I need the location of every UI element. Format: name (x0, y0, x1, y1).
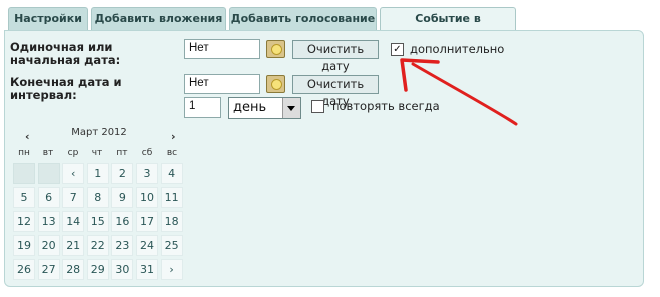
weekday-mon: пн (18, 148, 30, 158)
end-clear-date-button[interactable]: Очистить дату (292, 75, 379, 108)
calendar-day-cell[interactable]: 18 (160, 211, 183, 232)
calendar-day-cell[interactable]: 31 (136, 259, 158, 280)
weekday-thu: чт (91, 148, 103, 158)
end-date-calendar-icon[interactable] (266, 75, 285, 93)
calendar-day-cell[interactable]: 12 (13, 211, 35, 232)
calendar-day-cell[interactable]: 22 (86, 235, 109, 256)
calendar-day-cell[interactable]: 14 (62, 211, 85, 232)
calendar-day-cell[interactable]: 2 (111, 163, 134, 184)
weekday-tue: вт (42, 148, 54, 158)
calendar-day-cell[interactable]: 11 (160, 187, 183, 208)
tab-settings[interactable]: Настройки (8, 7, 88, 30)
calendar-day-cell[interactable]: 30 (111, 259, 134, 280)
weekday-wed: ср (67, 148, 79, 158)
interval-unit-value: день (233, 100, 267, 115)
calendar-empty-cell (37, 163, 60, 184)
calendar-day-cell[interactable]: 15 (86, 211, 109, 232)
weekday-sat: сб (141, 148, 153, 158)
calendar-day-cell[interactable]: 28 (62, 259, 85, 280)
calendar-widget: ‹ Март 2012 › пн вт ср чт пт сб вс ‹ 1 2 3 4… (13, 125, 185, 283)
start-date-label: Одиночная или начальная дата: (10, 41, 120, 67)
repeat-always-checkbox[interactable] (311, 100, 324, 113)
chevron-down-icon (282, 98, 300, 118)
calendar-day-cell[interactable]: 16 (111, 211, 134, 232)
start-date-calendar-icon[interactable] (266, 40, 285, 58)
calendar-day-cell[interactable]: 13 (37, 211, 60, 232)
weekday-fri: пт (116, 148, 128, 158)
calendar-prev-week-cell[interactable]: ‹ (62, 163, 85, 184)
calendar-day-cell[interactable]: 20 (37, 235, 60, 256)
interval-unit-select[interactable]: день (228, 97, 301, 119)
start-date-input[interactable]: Нет (184, 39, 260, 59)
tab-add-attachments[interactable]: Добавить вложения (91, 7, 226, 30)
calendar-day-cell[interactable]: 4 (160, 163, 183, 184)
calendar-empty-cell (13, 163, 35, 184)
annotation-arrow (400, 58, 518, 126)
calendar-day-cell[interactable]: 25 (160, 235, 183, 256)
calendar-day-cell[interactable]: 23 (111, 235, 134, 256)
calendar-day-cell[interactable]: 1 (86, 163, 109, 184)
calendar-next-month[interactable]: › (171, 130, 176, 143)
calendar-day-cell[interactable]: 3 (136, 163, 158, 184)
calendar-day-cell[interactable]: 29 (86, 259, 109, 280)
end-date-label: Конечная дата и интервал: (10, 76, 122, 102)
calendar-day-cell[interactable]: 19 (13, 235, 35, 256)
calendar-next-week-cell[interactable]: › (160, 259, 183, 280)
calendar-month-title: Март 2012 (71, 127, 127, 138)
calendar-day-cell[interactable]: 8 (86, 187, 109, 208)
tab-calendar-event[interactable]: Событие в календаре (380, 7, 516, 47)
calendar-day-cell[interactable]: 10 (136, 187, 158, 208)
calendar-day-cell[interactable]: 9 (111, 187, 134, 208)
start-date-label-line2: начальная дата: (10, 53, 121, 67)
calendar-day-cell[interactable]: 7 (62, 187, 85, 208)
calendar-day-cell[interactable]: 21 (62, 235, 85, 256)
calendar-day-cell[interactable]: 27 (37, 259, 60, 280)
start-clear-date-button[interactable]: Очистить дату (292, 40, 379, 73)
tab-add-poll[interactable]: Добавить голосование (229, 7, 377, 30)
interval-input[interactable]: 1 (184, 97, 221, 118)
weekday-sun: вс (166, 148, 178, 158)
calendar-day-cell[interactable]: 6 (37, 187, 60, 208)
calendar-day-cell[interactable]: 26 (13, 259, 35, 280)
calendar-day-cell[interactable]: 5 (13, 187, 35, 208)
end-date-label-line2: интервал: (10, 88, 77, 102)
calendar-day-cell[interactable]: 17 (136, 211, 158, 232)
end-date-input[interactable]: Нет (184, 74, 260, 94)
calendar-day-cell[interactable]: 24 (136, 235, 158, 256)
